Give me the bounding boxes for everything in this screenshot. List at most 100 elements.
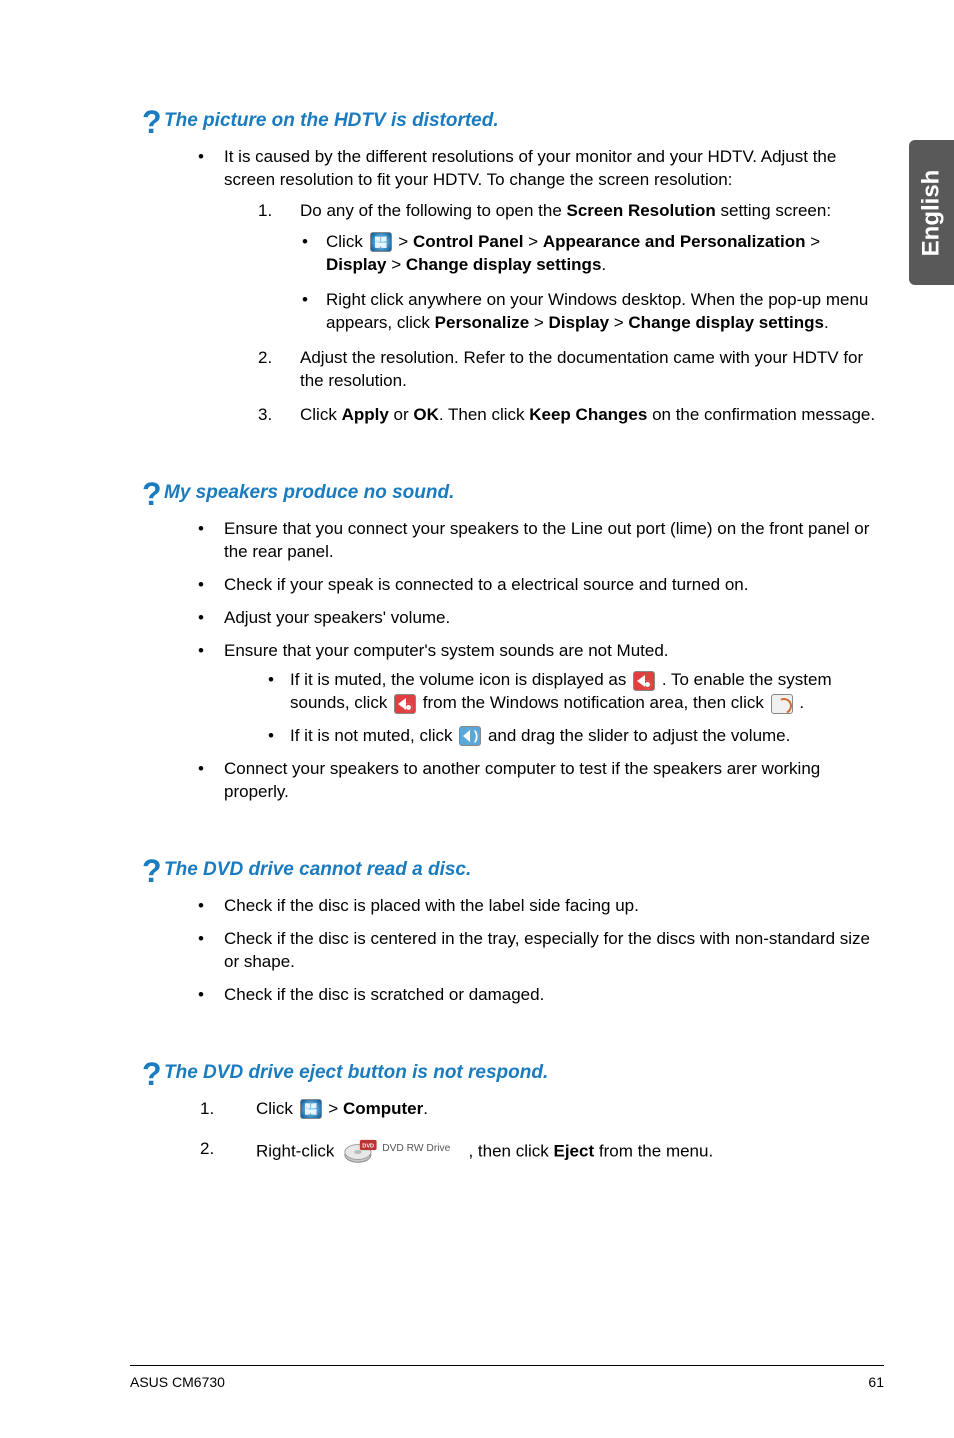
svg-text:DVD: DVD (362, 1144, 374, 1150)
question-mark-icon: ? (142, 476, 162, 513)
sep: > (609, 313, 628, 332)
faq-section-dvd-eject: ? The DVD drive eject button is not resp… (164, 1062, 884, 1167)
bold: Change display settings (406, 255, 602, 274)
windows-start-icon (370, 232, 392, 252)
faq-body: Check if the disc is placed with the lab… (164, 895, 884, 1007)
bullet-text: Check if the disc is scratched or damage… (224, 985, 544, 1004)
step-text: Do any of the following to open the (300, 201, 567, 220)
sub-bullet-item: If it is muted, the volume icon is displ… (250, 669, 884, 715)
bold: Appearance and Personalization (543, 232, 806, 251)
faq-body: 1. Click > Computer. 2. Right-click DVD (164, 1098, 884, 1167)
bold: Control Panel (413, 232, 524, 251)
bullet-text: Connect your speakers to another compute… (224, 759, 820, 801)
mixer-icon (771, 694, 793, 714)
sub-text: from the Windows notification area, then… (418, 693, 769, 712)
intro-text: It is caused by the different resolution… (224, 147, 836, 189)
bullet-item: Ensure that you connect your speakers to… (164, 518, 884, 564)
bullet-text: Ensure that your computer's system sound… (224, 641, 669, 660)
bullet-item: Check if the disc is scratched or damage… (164, 984, 884, 1007)
step-number: 3. (258, 404, 272, 427)
step-text: , then click (468, 1142, 553, 1161)
bold: Personalize (435, 313, 530, 332)
step-number: 1. (258, 200, 272, 223)
sep: > (805, 232, 820, 251)
footer-page-number: 61 (868, 1374, 884, 1390)
faq-section-dvd-cannot-read: ? The DVD drive cannot read a disc. Chec… (164, 859, 884, 1007)
bold: Display (549, 313, 609, 332)
question-mark-icon: ? (142, 1056, 162, 1093)
substep-item: Click > Control Panel > Appearance and P… (300, 231, 884, 277)
tail: . (601, 255, 606, 274)
bold: Display (326, 255, 386, 274)
bold: Apply (342, 405, 389, 424)
step-item: 3. Click Apply or OK. Then click Keep Ch… (224, 404, 884, 427)
step-number: 1. (200, 1098, 214, 1121)
bullet-item: Check if the disc is centered in the tra… (164, 928, 884, 974)
bullet-item: Check if your speak is connected to a el… (164, 574, 884, 597)
faq-heading: The picture on the HDTV is distorted. (164, 110, 884, 132)
faq-heading: The DVD drive eject button is not respon… (164, 1062, 884, 1084)
question-mark-icon: ? (142, 104, 162, 141)
step-item: 2. Right-click DVD DVD RW Drive , then c… (164, 1138, 884, 1166)
bullet-text: Check if the disc is placed with the lab… (224, 896, 639, 915)
sep: > (324, 1099, 343, 1118)
volume-muted-icon (394, 694, 416, 714)
step-item: 2. Adjust the resolution. Refer to the d… (224, 347, 884, 393)
dvd-drive-icon: DVD DVD RW Drive (343, 1138, 464, 1166)
language-tab: English (909, 140, 954, 285)
substep-text: Click (326, 232, 368, 251)
document-page: English ? The picture on the HDTV is dis… (0, 0, 954, 1438)
sep: > (529, 313, 548, 332)
tail: . (824, 313, 829, 332)
faq-body: It is caused by the different resolution… (164, 146, 884, 427)
sub-bullet-item: If it is not muted, click and drag the s… (250, 725, 884, 748)
sub-text: If it is not muted, click (290, 726, 457, 745)
language-tab-label: English (918, 169, 946, 256)
tail: from the menu. (594, 1142, 713, 1161)
sub-text: If it is muted, the volume icon is displ… (290, 670, 631, 689)
sep: > (394, 232, 413, 251)
bold: Computer (343, 1099, 423, 1118)
faq-body: Ensure that you connect your speakers to… (164, 518, 884, 803)
bold: Change display settings (628, 313, 824, 332)
faq-heading: The DVD drive cannot read a disc. (164, 859, 884, 881)
bullet-text: Adjust your speakers' volume. (224, 608, 450, 627)
faq-section-hdtv-distorted: ? The picture on the HDTV is distorted. … (164, 110, 884, 427)
footer-model: ASUS CM6730 (130, 1374, 225, 1390)
step-text: Click (300, 405, 342, 424)
bullet-text: Check if your speak is connected to a el… (224, 575, 748, 594)
step-text: setting screen: (716, 201, 831, 220)
step-number: 2. (200, 1138, 214, 1161)
step-text: on the confirmation message. (647, 405, 875, 424)
windows-start-icon (300, 1099, 322, 1119)
sub-text: and drag the slider to adjust the volume… (483, 726, 790, 745)
intro-bullet: It is caused by the different resolution… (164, 146, 884, 427)
step-item: 1. Click > Computer. (164, 1098, 884, 1121)
sep: > (523, 232, 542, 251)
volume-on-icon (459, 726, 481, 746)
step-text: Adjust the resolution. Refer to the docu… (300, 348, 863, 390)
sep: > (386, 255, 405, 274)
volume-muted-icon (633, 671, 655, 691)
step-text: . Then click (439, 405, 529, 424)
bullet-text: Check if the disc is centered in the tra… (224, 929, 870, 971)
step-text: Click (256, 1099, 298, 1118)
step-number: 2. (258, 347, 272, 370)
faq-section-speakers-no-sound: ? My speakers produce no sound. Ensure t… (164, 482, 884, 803)
bullet-item: Check if the disc is placed with the lab… (164, 895, 884, 918)
bullet-item: Ensure that your computer's system sound… (164, 640, 884, 748)
sub-text: . (795, 693, 804, 712)
faq-heading: My speakers produce no sound. (164, 482, 884, 504)
step-text: or (389, 405, 414, 424)
step-item: 1. Do any of the following to open the S… (224, 200, 884, 335)
tail: . (423, 1099, 428, 1118)
bold: Eject (554, 1142, 595, 1161)
question-mark-icon: ? (142, 853, 162, 890)
bold: OK (413, 405, 439, 424)
bullet-item: Adjust your speakers' volume. (164, 607, 884, 630)
substep-item: Right click anywhere on your Windows des… (300, 289, 884, 335)
step-text: Right-click (256, 1142, 339, 1161)
page-footer: ASUS CM6730 61 (130, 1365, 884, 1390)
bullet-text: Ensure that you connect your speakers to… (224, 519, 869, 561)
step-bold: Screen Resolution (567, 201, 716, 220)
